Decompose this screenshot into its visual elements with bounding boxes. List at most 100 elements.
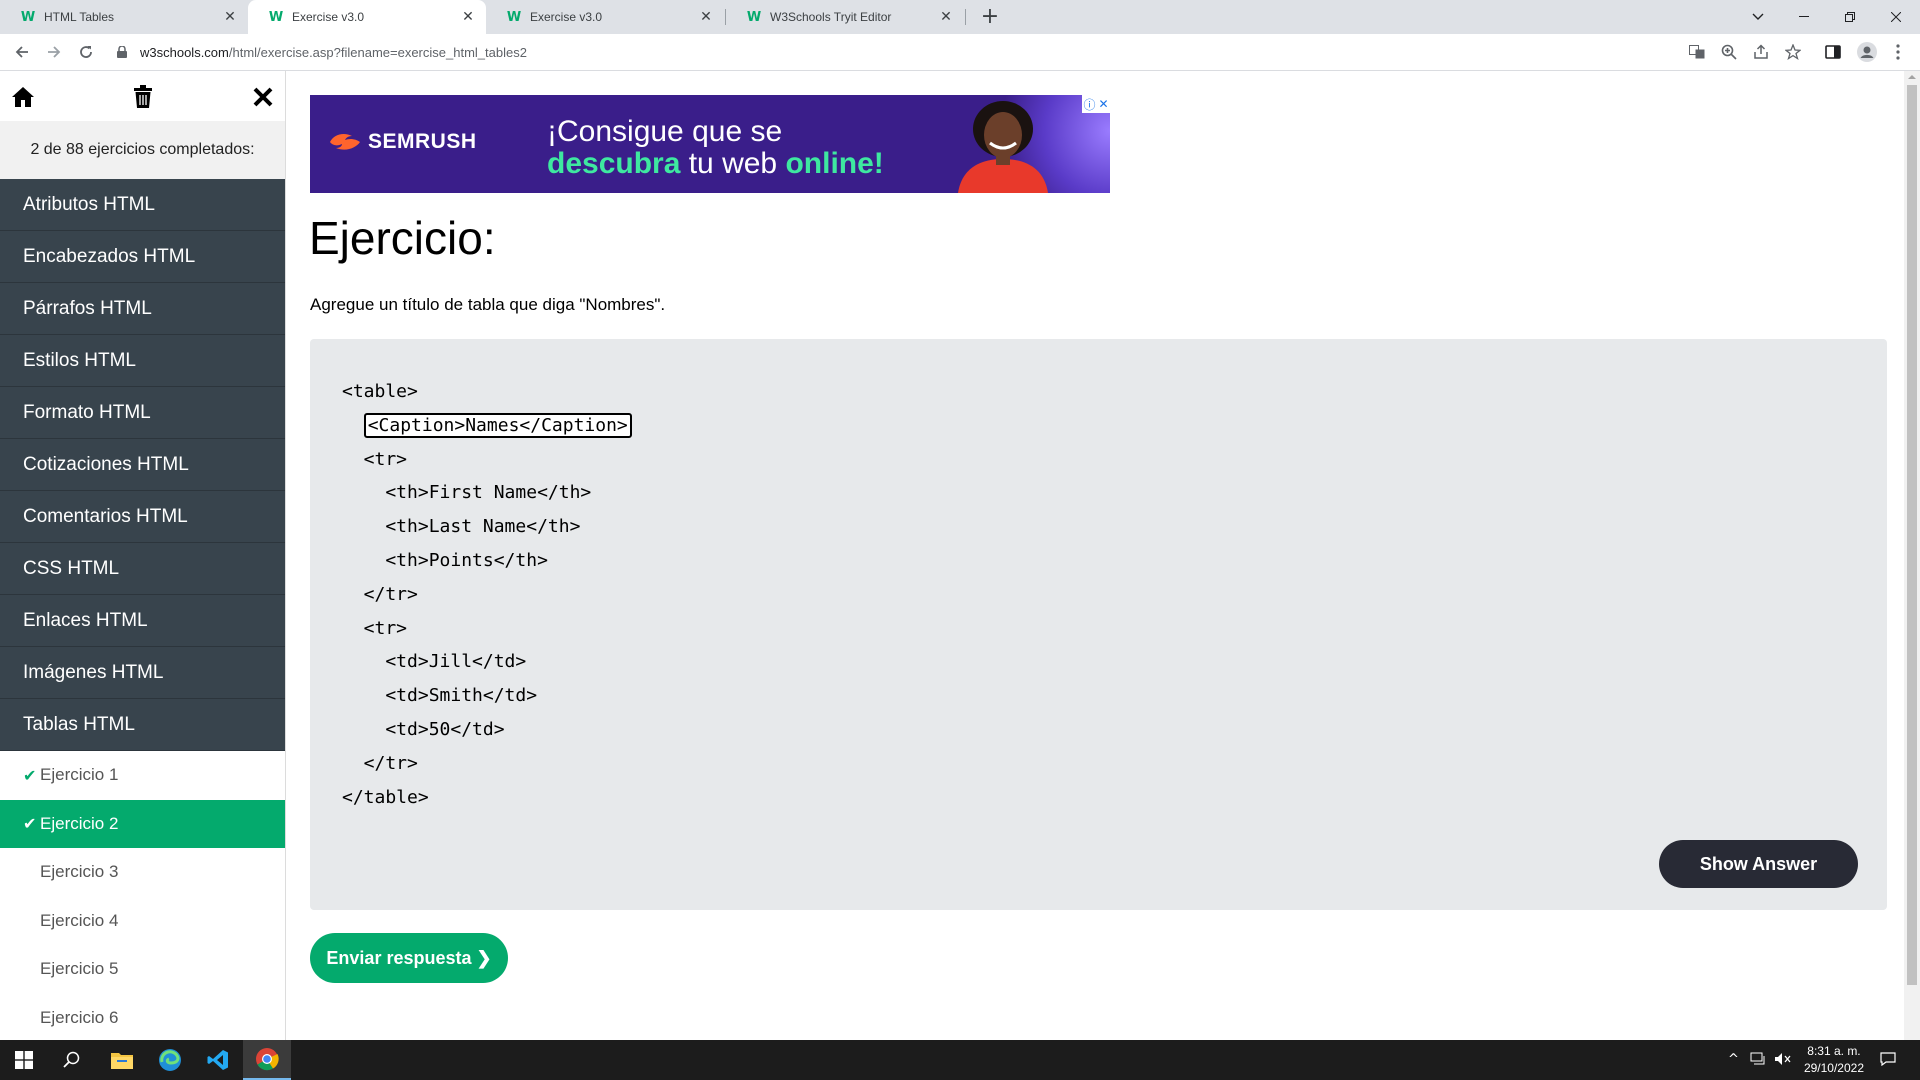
exercise-label: Ejercicio 1 <box>40 765 119 785</box>
reload-icon[interactable] <box>74 40 98 64</box>
answer-input[interactable]: <Caption>Names</Caption> <box>363 412 632 438</box>
restore-icon[interactable] <box>1827 0 1873 34</box>
tab-close-icon[interactable]: ✕ <box>698 9 714 25</box>
volume-muted-icon[interactable] <box>1774 1052 1792 1066</box>
ad-info-icon[interactable]: ⓘ <box>1083 96 1095 113</box>
trash-icon[interactable] <box>130 84 156 110</box>
tab-title: Exercise v3.0 <box>292 10 365 24</box>
page-scrollbar[interactable] <box>1904 71 1920 1040</box>
scroll-up-icon[interactable] <box>1904 71 1920 83</box>
taskbar-clock[interactable]: 8:31 a. m. 29/10/2022 <box>1804 1043 1864 1077</box>
page-title: Ejercicio: <box>309 212 496 264</box>
code-line: <td>Jill</td> <box>342 651 527 673</box>
tab-exercise-active[interactable]: W Exercise v3.0 ✕ <box>248 0 486 34</box>
show-answer-button[interactable]: Show Answer <box>1659 840 1858 888</box>
search-icon[interactable] <box>48 1040 96 1080</box>
code-line: <td>50</td> <box>342 718 505 740</box>
exercise-item-2[interactable]: ✔ Ejercicio 2 <box>0 799 285 848</box>
side-panel-icon[interactable] <box>1823 42 1843 62</box>
tab-close-icon[interactable]: ✕ <box>222 9 238 25</box>
notifications-icon[interactable] <box>1880 1052 1896 1066</box>
address-bar[interactable]: w3schools.com/html/exercise.asp?filename… <box>140 45 527 60</box>
semrush-ad-banner[interactable]: SEMRUSH ¡Consigue que se descubra tu web… <box>310 95 1110 193</box>
close-icon[interactable] <box>250 84 276 110</box>
tab-close-icon[interactable]: ✕ <box>460 9 476 25</box>
exercise-item-3[interactable]: Ejercicio 3 <box>0 848 285 897</box>
chrome-icon[interactable] <box>243 1040 291 1080</box>
exercise-item-4[interactable]: Ejercicio 4 <box>0 897 285 946</box>
ad-person-image <box>958 101 1048 193</box>
zoom-icon[interactable] <box>1719 42 1739 62</box>
code-line: </table> <box>342 786 429 808</box>
tab-html-tables[interactable]: W HTML Tables ✕ <box>0 0 248 34</box>
code-line: </tr> <box>342 752 418 774</box>
ad-headline-line1: ¡Consigue que se <box>547 115 783 148</box>
category-atributos[interactable]: Atributos HTML <box>0 179 285 231</box>
w3schools-favicon-icon: W <box>268 9 284 25</box>
minimize-icon[interactable] <box>1781 0 1827 34</box>
clock-date: 29/10/2022 <box>1803 1061 1864 1075</box>
network-icon[interactable] <box>1750 1052 1766 1066</box>
checkmark-icon: ✔ <box>23 765 37 785</box>
exercise-label: Ejercicio 5 <box>40 959 119 979</box>
main-content: SEMRUSH ¡Consigue que se descubra tu web… <box>286 71 1896 1040</box>
category-css[interactable]: CSS HTML <box>0 543 285 595</box>
new-tab-button[interactable]: + <box>978 5 1002 29</box>
category-estilos[interactable]: Estilos HTML <box>0 335 285 387</box>
progress-text: 2 de 88 ejercicios completados: <box>0 121 285 179</box>
category-formato[interactable]: Formato HTML <box>0 387 285 439</box>
browser-toolbar: w3schools.com/html/exercise.asp?filename… <box>0 34 1920 71</box>
back-arrow-icon[interactable] <box>10 40 34 64</box>
tab-exercise[interactable]: W Exercise v3.0 ✕ <box>486 0 724 34</box>
code-line: <tr> <box>342 448 408 470</box>
share-icon[interactable] <box>1751 42 1771 62</box>
category-encabezados[interactable]: Encabezados HTML <box>0 231 285 283</box>
category-tablas[interactable]: Tablas HTML <box>0 699 285 751</box>
exercise-item-1[interactable]: ✔ Ejercicio 1 <box>0 751 285 800</box>
code-line: <th>First Name</th> <box>342 482 592 504</box>
browser-tab-strip: W HTML Tables ✕ W Exercise v3.0 ✕ W Exer… <box>0 0 1920 34</box>
ad-close-icon[interactable]: ✕ <box>1098 97 1108 111</box>
category-imagenes[interactable]: Imágenes HTML <box>0 647 285 699</box>
clock-time: 8:31 a. m. <box>1807 1044 1861 1058</box>
exercise-label: Ejercicio 6 <box>40 1007 119 1027</box>
submit-answer-button[interactable]: Enviar respuesta ❯ <box>310 933 508 983</box>
semrush-flame-icon <box>330 134 360 150</box>
category-cotizaciones[interactable]: Cotizaciones HTML <box>0 439 285 491</box>
window-close-icon[interactable] <box>1873 0 1919 34</box>
checkmark-icon: ✔ <box>23 814 37 834</box>
lock-icon[interactable] <box>112 40 132 64</box>
code-line: <td>Smith</td> <box>342 685 538 707</box>
windows-taskbar: ^ 8:31 a. m. 29/10/2022 <box>0 1040 1920 1080</box>
translate-icon[interactable] <box>1687 42 1707 62</box>
w3schools-favicon-icon: W <box>20 9 36 25</box>
profile-avatar-icon[interactable] <box>1855 42 1879 62</box>
tab-close-icon[interactable]: ✕ <box>938 9 954 25</box>
vscode-icon[interactable] <box>194 1040 242 1080</box>
scrollbar-thumb[interactable] <box>1907 85 1917 985</box>
home-icon[interactable] <box>10 84 36 110</box>
edge-browser-icon[interactable] <box>146 1040 194 1080</box>
tab-tryit-editor[interactable]: W W3Schools Tryit Editor ✕ <box>726 0 964 34</box>
tab-title: Exercise v3.0 <box>530 10 603 24</box>
exercise-label: Ejercicio 3 <box>40 862 119 882</box>
tab-search-icon[interactable] <box>1735 0 1781 34</box>
ad-close-controls[interactable]: ⓘ ✕ <box>1082 95 1110 113</box>
exercise-instruction: Agregue un título de tabla que diga "Nom… <box>310 295 666 314</box>
windows-start-icon[interactable] <box>0 1040 48 1080</box>
exercise-label: Ejercicio 2 <box>40 813 119 833</box>
category-enlaces[interactable]: Enlaces HTML <box>0 595 285 647</box>
url-domain: w3schools.com <box>140 45 229 60</box>
category-comentarios[interactable]: Comentarios HTML <box>0 491 285 543</box>
semrush-logo: SEMRUSH <box>328 130 477 154</box>
tab-title: HTML Tables <box>44 10 115 24</box>
show-hidden-icons-icon[interactable]: ^ <box>1728 1052 1739 1067</box>
category-parrafos[interactable]: Párrafos HTML <box>0 283 285 335</box>
code-line-answer: <Caption>Names</Caption> <box>342 409 632 443</box>
menu-dots-icon[interactable] <box>1888 42 1908 62</box>
bookmark-star-icon[interactable] <box>1783 42 1803 62</box>
exercise-item-6[interactable]: Ejercicio 6 <box>0 994 285 1041</box>
exercise-item-5[interactable]: Ejercicio 5 <box>0 945 285 994</box>
forward-arrow-icon[interactable] <box>42 40 66 64</box>
file-explorer-icon[interactable] <box>98 1040 146 1080</box>
